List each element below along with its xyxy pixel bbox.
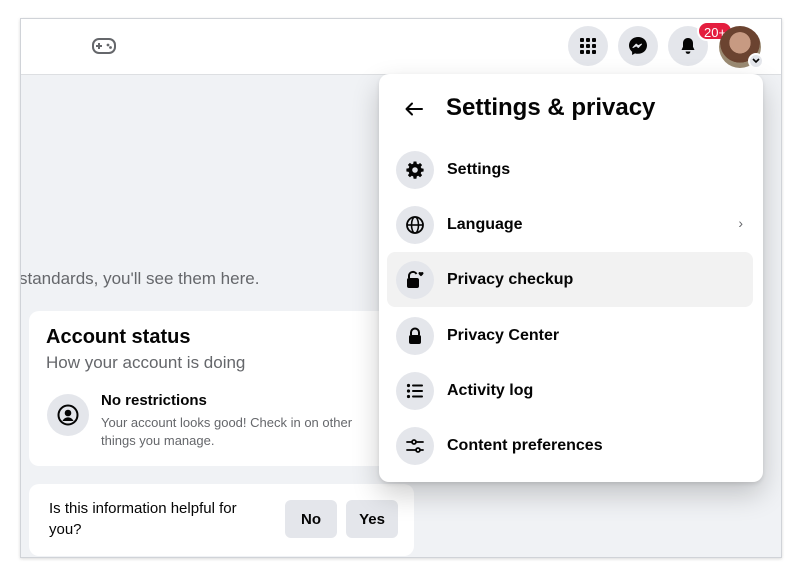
- menu-item-privacy-checkup[interactable]: Privacy checkup: [387, 252, 753, 307]
- back-button[interactable]: [399, 94, 429, 124]
- back-arrow-icon: [405, 102, 423, 116]
- lock-heart-icon-wrap: [396, 260, 434, 299]
- account-status-title: Account status: [46, 326, 191, 348]
- menu-button[interactable]: [568, 26, 608, 66]
- status-icon-container: [47, 394, 89, 436]
- menu-item-label: Language: [447, 215, 523, 233]
- menu-grid-icon: [580, 38, 596, 54]
- list-icon-wrap: [396, 371, 434, 410]
- globe-icon-wrap: [396, 205, 434, 244]
- standards-message: standards, you'll see them here.: [20, 269, 260, 288]
- menu-item-privacy-center[interactable]: Privacy Center: [387, 308, 753, 363]
- gear-icon: [406, 161, 424, 179]
- sliders-icon: [406, 438, 424, 453]
- menu-item-settings[interactable]: Settings: [387, 142, 753, 197]
- lock-heart-icon: [407, 270, 424, 288]
- chevron-right-icon: ›: [738, 215, 743, 231]
- account-status-card: Account status How your account is doing…: [29, 311, 419, 466]
- user-circle-icon: [57, 404, 79, 426]
- top-navigation-bar: 20+: [21, 19, 781, 75]
- menu-item-content-preferences[interactable]: Content preferences: [387, 418, 753, 473]
- game-controller-icon[interactable]: [91, 35, 117, 57]
- menu-item-activity-log[interactable]: Activity log: [387, 363, 753, 418]
- status-title: No restrictions: [101, 392, 207, 409]
- sliders-icon-wrap: [396, 426, 434, 465]
- dropdown-title: Settings & privacy: [446, 94, 656, 121]
- lock-icon-wrap: [396, 316, 434, 355]
- menu-item-label: Privacy Center: [447, 326, 560, 344]
- browser-window: 20+ standards, you'll see them here. Acc…: [20, 18, 782, 558]
- no-button[interactable]: No: [285, 500, 337, 538]
- menu-item-label: Content preferences: [447, 436, 603, 454]
- settings-privacy-dropdown: Settings & privacy Settings Language › P…: [379, 74, 763, 482]
- helpful-feedback-card: Is this information helpful for you? No …: [29, 484, 414, 556]
- messenger-icon: [629, 37, 647, 55]
- messenger-button[interactable]: [618, 26, 658, 66]
- status-description: Your account looks good! Check in on oth…: [101, 415, 353, 448]
- menu-item-label: Settings: [447, 160, 511, 178]
- account-status-subtitle: How your account is doing: [46, 353, 246, 372]
- bell-icon: [681, 38, 695, 54]
- lock-icon: [409, 327, 421, 344]
- gear-icon-wrap: [396, 150, 434, 189]
- yes-button[interactable]: Yes: [346, 500, 398, 538]
- account-menu-toggle[interactable]: [748, 53, 764, 69]
- globe-icon: [406, 215, 424, 234]
- helpful-question: Is this information helpful for you?: [49, 500, 237, 538]
- menu-item-label: Activity log: [447, 381, 534, 399]
- chevron-down-icon: [752, 58, 760, 64]
- menu-item-language[interactable]: Language ›: [387, 197, 753, 252]
- list-icon: [406, 383, 423, 398]
- menu-item-label: Privacy checkup: [447, 270, 574, 288]
